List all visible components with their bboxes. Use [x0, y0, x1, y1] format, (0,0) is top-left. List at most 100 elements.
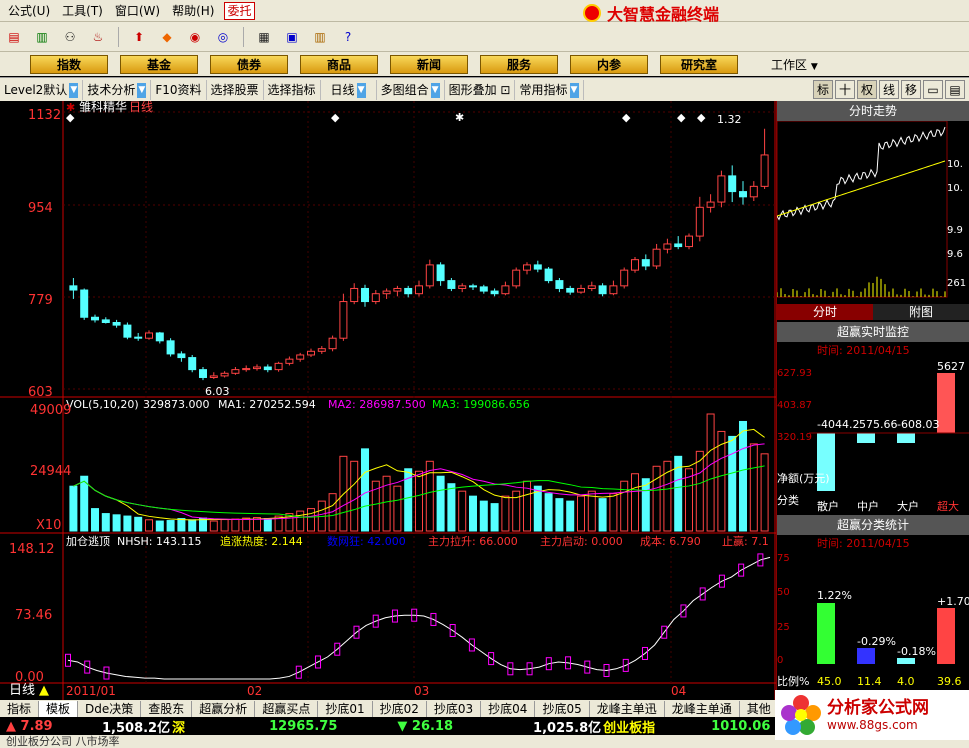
ticker-amount: 1,508.2亿 [102, 720, 171, 736]
sell-icon[interactable]: ◉ [183, 26, 207, 48]
candle-body [760, 154, 769, 187]
trust-button[interactable]: 委托 [224, 1, 255, 20]
candle-body [544, 268, 553, 282]
btab-bottom02[interactable]: 抄底02 [373, 700, 427, 717]
period-footer: 日线 [9, 683, 35, 698]
intraday-tick: 9.6 [947, 249, 963, 260]
candle-body [220, 372, 229, 377]
cat-bond[interactable]: 债券 [210, 54, 288, 74]
menu-formula[interactable]: 公式(U) [2, 1, 56, 21]
ind-c: 数网狂: 42.000 [327, 535, 406, 548]
group-retail: 散户 [817, 499, 839, 512]
books-icon[interactable]: ▥ [308, 26, 332, 48]
window-icon[interactable]: ▣ [280, 26, 304, 48]
btab-super-analysis[interactable]: 超赢分析 [192, 700, 256, 717]
diamond-icon[interactable]: ◆ [155, 26, 179, 48]
ctrl-multi-chart[interactable]: 多图组合 ▼ [377, 79, 445, 100]
notepad-icon[interactable]: ▦ [252, 26, 276, 48]
intraday-tabs: 分时 附图 [777, 304, 969, 320]
main-chart-area[interactable]: ✱ 雏科精华 日线 1132 954 779 603 ◆ ◆ ✱ ◆ ◆ ◆ 1… [0, 101, 776, 700]
ctrl-f10[interactable]: F10资料 [151, 79, 207, 100]
candle-body [285, 358, 294, 364]
ctrl-overlay[interactable]: 图形叠加 ⊡ [445, 79, 516, 100]
cycle-icon[interactable]: ◎ [211, 26, 235, 48]
menu-tools[interactable]: 工具(T) [56, 1, 109, 21]
window-restore-icon[interactable]: ▭ [923, 80, 943, 99]
btab-shareholders[interactable]: 查股东 [141, 700, 193, 717]
cat-fund[interactable]: 基金 [120, 54, 198, 74]
ctrl-select-indicator[interactable]: 选择指标 [264, 79, 321, 100]
btab-peak2[interactable]: 龙峰主单通 [665, 700, 740, 717]
candle-body [749, 185, 758, 198]
vol-tick: X10 [36, 518, 61, 533]
btab-other[interactable]: 其他 [740, 700, 779, 717]
ctrl-select-stock[interactable]: 选择股票 [207, 79, 264, 100]
volume-bar [555, 498, 564, 532]
ctrl-label: 日线 [330, 82, 355, 97]
volume-bar [533, 485, 542, 532]
btab-bottom05[interactable]: 抄底05 [535, 700, 590, 717]
btab-dde[interactable]: Dde决策 [78, 700, 142, 717]
window-tile-icon[interactable]: ▤ [945, 80, 965, 99]
btn-rights[interactable]: 权 [857, 80, 877, 99]
menu-window[interactable]: 窗口(W) [109, 1, 166, 21]
candle-body [101, 319, 110, 323]
volume-bar [436, 475, 445, 532]
volume-bar [350, 460, 359, 532]
tab-intraday[interactable]: 分时 [777, 304, 873, 320]
ind-tick: 148.12 [9, 542, 55, 557]
cat-news[interactable]: 新闻 [390, 54, 468, 74]
ctrl-common-indicator[interactable]: 常用指标 ▼ [515, 79, 584, 100]
buy-icon[interactable]: ⬆ [127, 26, 151, 48]
volume-bar [728, 435, 737, 532]
stat-bar-medium [857, 648, 875, 664]
low-label: 6.03 [205, 385, 230, 398]
candle-body [598, 285, 607, 295]
stats-tick: 25 [777, 622, 790, 633]
cat-service[interactable]: 服务 [480, 54, 558, 74]
volume-bar [231, 518, 240, 532]
ind-b: 追涨热度: 2.144 [220, 534, 303, 548]
ticker-market: 深 [172, 720, 186, 736]
candle-body [253, 366, 261, 370]
btn-mark[interactable]: 标 [813, 80, 833, 99]
btab-template[interactable]: 模板 [39, 700, 79, 717]
candle-body [652, 248, 661, 267]
flag-icon[interactable]: ▤ [2, 26, 26, 48]
cat-commodity[interactable]: 商品 [300, 54, 378, 74]
cat-internal[interactable]: 内参 [570, 54, 648, 74]
btab-indicator[interactable]: 指标 [0, 700, 40, 717]
btn-move[interactable]: 移 [901, 80, 921, 99]
cat-index[interactable]: 指数 [30, 54, 108, 74]
ctrl-level2[interactable]: Level2默认 ▼ [0, 79, 84, 100]
ctrl-tech[interactable]: 技术分析 ▼ [83, 79, 152, 100]
btab-bottom01[interactable]: 抄底01 [318, 700, 373, 717]
tab-subchart[interactable]: 附图 [873, 304, 969, 320]
btab-bottom04[interactable]: 抄底04 [481, 700, 536, 717]
btab-super-buy[interactable]: 超赢买点 [255, 700, 319, 717]
candle-body [188, 357, 197, 371]
menu-bar: 公式(U) 工具(T) 窗口(W) 帮助(H) 委托 大智慧金融终端 [0, 0, 969, 24]
candle-body [112, 321, 121, 326]
btn-line[interactable]: 线 [879, 80, 899, 99]
volume-bar [209, 520, 218, 532]
candle-body [663, 243, 672, 250]
volume-bar [101, 513, 110, 532]
btab-bottom03[interactable]: 抄底03 [427, 700, 482, 717]
help-icon[interactable]: ? [336, 26, 360, 48]
volume-bar [587, 490, 596, 532]
ctrl-period[interactable]: 日线 ▼ [321, 79, 377, 100]
date-label: 2011/01 [66, 684, 116, 698]
ratio-value: 45.0 [817, 675, 842, 688]
candle-body [706, 201, 715, 208]
alarm-icon[interactable]: ♨ [86, 26, 110, 48]
workspace-dropdown[interactable]: 工作区 ▼ [771, 56, 818, 73]
btab-peak1[interactable]: 龙峰主单迅 [590, 700, 665, 717]
binoculars-icon[interactable]: ⚇ [58, 26, 82, 48]
monitor-tick: 403.87 [777, 400, 812, 411]
bars-icon[interactable]: ▥ [30, 26, 54, 48]
candle-body [447, 280, 456, 289]
btn-crosshair[interactable]: 十 [835, 80, 855, 99]
cat-research[interactable]: 研究室 [660, 54, 738, 74]
menu-help[interactable]: 帮助(H) [166, 1, 220, 21]
